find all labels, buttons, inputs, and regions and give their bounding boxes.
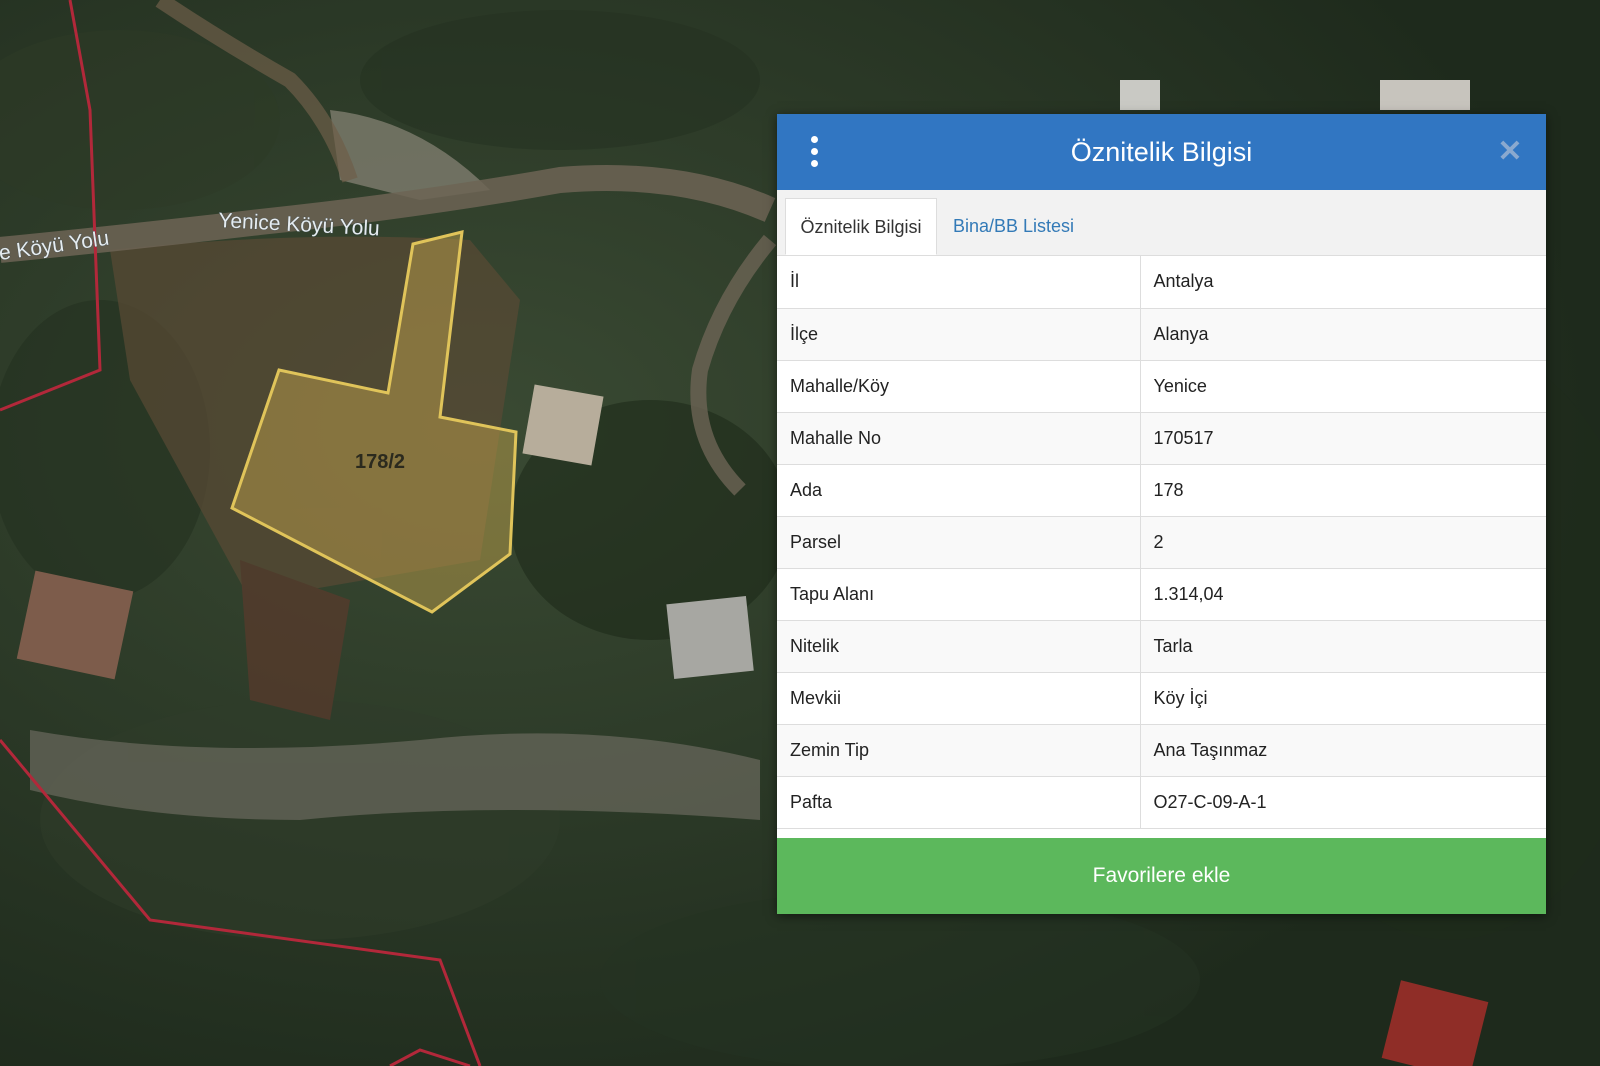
row-key: Nitelik	[777, 620, 1141, 673]
table-row: Mahalle/Köy Yenice	[777, 360, 1546, 413]
table-row: Nitelik Tarla	[777, 620, 1546, 673]
row-key: Parsel	[777, 516, 1141, 569]
row-key: Mahalle/Köy	[777, 360, 1141, 413]
table-row: Mevkii Köy İçi	[777, 672, 1546, 725]
row-value: Yenice	[1140, 360, 1546, 413]
row-value: 2	[1140, 516, 1546, 569]
row-key: Mevkii	[777, 672, 1141, 725]
row-value: 178	[1140, 464, 1546, 517]
row-key: İlçe	[777, 308, 1141, 361]
row-value: 1.314,04	[1140, 568, 1546, 621]
tab-bar: Öznitelik Bilgisi Bina/BB Listesi	[777, 190, 1546, 256]
row-value: O27-C-09-A-1	[1140, 776, 1546, 829]
attribute-table: İl Antalya İlçe Alanya Mahalle/Köy Yenice M…	[777, 256, 1546, 829]
row-key: İl	[777, 256, 1141, 309]
panel-header: Öznitelik Bilgisi ✕	[777, 114, 1546, 190]
table-row: Tapu Alanı 1.314,04	[777, 568, 1546, 621]
row-key: Mahalle No	[777, 412, 1141, 465]
row-value: Ana Taşınmaz	[1140, 724, 1546, 777]
row-value: Alanya	[1140, 308, 1546, 361]
row-value: 170517	[1140, 412, 1546, 465]
row-key: Ada	[777, 464, 1141, 517]
table-row: Pafta O27-C-09-A-1	[777, 776, 1546, 829]
row-value: Antalya	[1140, 256, 1546, 309]
table-row: İl Antalya	[777, 256, 1546, 309]
add-to-favorites-button[interactable]: Favorilere ekle	[777, 838, 1546, 914]
table-row: Mahalle No 170517	[777, 412, 1546, 465]
row-key: Zemin Tip	[777, 724, 1141, 777]
row-value: Köy İçi	[1140, 672, 1546, 725]
close-icon[interactable]: ✕	[1494, 136, 1526, 168]
table-row: Zemin Tip Ana Taşınmaz	[777, 724, 1546, 777]
tab-building-list[interactable]: Bina/BB Listesi	[939, 198, 1088, 255]
table-row: Ada 178	[777, 464, 1546, 517]
panel-title: Öznitelik Bilgisi	[1070, 136, 1253, 167]
row-key: Pafta	[777, 776, 1141, 829]
table-row: İlçe Alanya	[777, 308, 1546, 361]
row-value: Tarla	[1140, 620, 1546, 673]
kebab-menu-icon[interactable]	[807, 136, 821, 168]
attribute-info-panel: Öznitelik Bilgisi ✕ Öznitelik Bilgisi Bi…	[777, 114, 1546, 914]
table-row: Parsel 2	[777, 516, 1546, 569]
parcel-label: 178/2	[355, 451, 405, 473]
row-key: Tapu Alanı	[777, 568, 1141, 621]
tab-attribute-info[interactable]: Öznitelik Bilgisi	[785, 198, 937, 255]
